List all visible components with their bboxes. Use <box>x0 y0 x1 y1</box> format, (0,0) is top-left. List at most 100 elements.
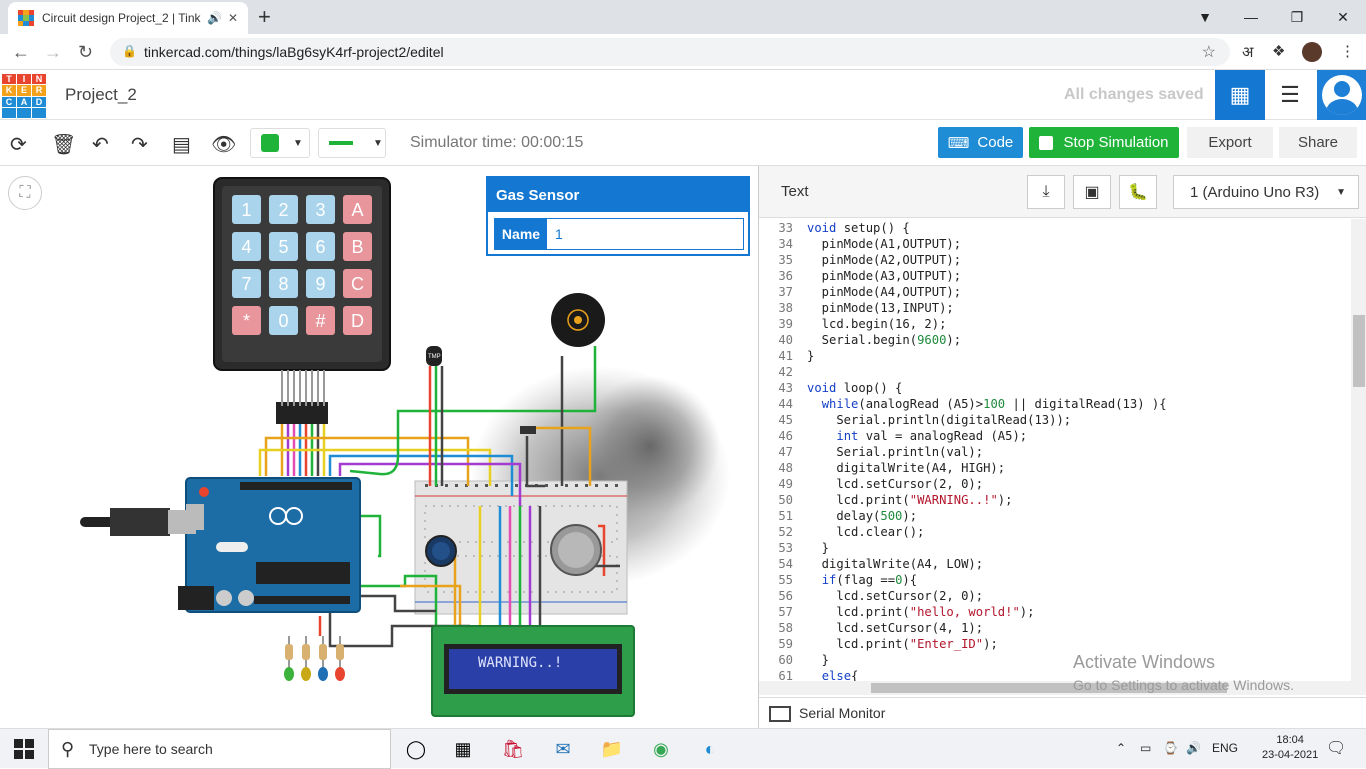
code-line[interactable]: 43 void loop() { <box>759 380 1351 396</box>
code-line[interactable]: 44 while(analogRead (A5)>100 || digitalR… <box>759 396 1351 412</box>
undo-icon[interactable]: ↶ <box>92 132 109 157</box>
code-line[interactable]: 58 lcd.setCursor(4, 1); <box>759 620 1351 636</box>
project-name[interactable]: Project_2 <box>65 85 137 105</box>
user-avatar[interactable] <box>1317 70 1366 120</box>
keypad-key[interactable]: 3 <box>306 195 335 224</box>
temperature-sensor[interactable]: TMP <box>426 346 442 366</box>
profile-avatar[interactable] <box>1302 42 1322 62</box>
keypad-key[interactable]: B <box>343 232 372 261</box>
code-line[interactable]: 52 lcd.clear(); <box>759 524 1351 540</box>
keypad-key[interactable]: 4 <box>232 232 261 261</box>
code-line[interactable]: 56 lcd.setCursor(2, 0); <box>759 588 1351 604</box>
file-explorer-icon[interactable]: 📁 <box>599 737 625 761</box>
notifications-icon[interactable]: 🗨 <box>1326 738 1346 758</box>
potentiometer[interactable] <box>425 535 457 567</box>
serial-monitor-bar[interactable]: Serial Monitor <box>759 697 1366 728</box>
wire-type-picker[interactable]: ▼ <box>318 128 386 158</box>
code-line[interactable]: 59 lcd.print("Enter_ID"); <box>759 636 1351 652</box>
code-line[interactable]: 35 pinMode(A2,OUTPUT); <box>759 252 1351 268</box>
new-tab-icon[interactable]: + <box>258 4 271 30</box>
minimize-icon[interactable]: — <box>1228 9 1274 25</box>
code-line[interactable]: 50 lcd.print("WARNING..!"); <box>759 492 1351 508</box>
delete-icon[interactable]: 🗑 <box>51 132 76 157</box>
mail-icon[interactable]: ✉ <box>550 737 576 761</box>
back-icon[interactable]: ← <box>12 42 30 63</box>
tab-audio-icon[interactable]: 🔊 <box>207 11 222 25</box>
cortana-icon[interactable]: ◯ <box>403 737 429 761</box>
code-line[interactable]: 46 int val = analogRead (A5); <box>759 428 1351 444</box>
browser-tab[interactable]: Circuit design Project_2 | Tinkercad 🔊 ✕ <box>8 2 248 34</box>
keypad-key[interactable]: 9 <box>306 269 335 298</box>
libraries-button[interactable]: ▣ <box>1073 175 1111 209</box>
download-code-button[interactable]: ⤓ <box>1027 175 1065 209</box>
reload-icon[interactable]: ↻ <box>78 42 93 63</box>
code-line[interactable]: 37 pinMode(A4,OUTPUT); <box>759 284 1351 300</box>
keypad-4x4[interactable]: 1 2 3 A 4 5 6 B 7 8 9 C * 0 # D <box>213 177 391 424</box>
notes-icon[interactable]: ▤ <box>172 132 191 157</box>
vertical-scrollbar[interactable] <box>1351 219 1366 695</box>
close-window-icon[interactable]: ✕ <box>1320 9 1366 26</box>
code-line[interactable]: 42 <box>759 364 1351 380</box>
stop-simulation-button[interactable]: Stop Simulation <box>1029 127 1179 158</box>
code-line[interactable]: 54 digitalWrite(A4, LOW); <box>759 556 1351 572</box>
code-line[interactable]: 53 } <box>759 540 1351 556</box>
tray-chevron-icon[interactable]: ⌃ <box>1116 741 1126 755</box>
keypad-key[interactable]: 6 <box>306 232 335 261</box>
language-indicator[interactable]: ENG <box>1212 741 1238 755</box>
horizontal-scrollbar[interactable] <box>759 681 1351 695</box>
code-line[interactable]: 39 lcd.begin(16, 2); <box>759 316 1351 332</box>
tinkercad-logo[interactable]: T I N K E R C A D <box>2 74 46 118</box>
code-line[interactable]: 57 lcd.print("hello, world!"); <box>759 604 1351 620</box>
device-select[interactable]: 1 (Arduino Uno R3) ▼ <box>1173 175 1359 209</box>
lcd-16x2[interactable]: WARNING..! <box>431 625 635 717</box>
store-icon[interactable]: 🛍 <box>500 737 526 761</box>
chrome-icon[interactable]: ◉ <box>648 737 674 761</box>
url-field[interactable]: 🔒 tinkercad.com/things/laBg6syK4rf-proje… <box>110 38 1230 66</box>
name-input[interactable]: 1 <box>547 219 743 249</box>
keypad-key[interactable]: 8 <box>269 269 298 298</box>
code-line[interactable]: 60 } <box>759 652 1351 668</box>
scroll-thumb[interactable] <box>1353 315 1365 387</box>
circuit-canvas[interactable]: ⛶ 1 2 3 A 4 5 6 B 7 8 9 C * 0 # D TMP WA… <box>0 166 758 728</box>
translate-extension-icon[interactable]: अ <box>1242 42 1253 62</box>
code-line[interactable]: 51 delay(500); <box>759 508 1351 524</box>
code-line[interactable]: 33 void setup() { <box>759 220 1351 236</box>
visibility-icon[interactable]: 👁 <box>211 132 236 157</box>
arduino-uno[interactable] <box>178 477 361 613</box>
keypad-key[interactable]: 7 <box>232 269 261 298</box>
edge-icon[interactable]: ◐ <box>697 737 723 761</box>
code-line[interactable]: 40 Serial.begin(9600); <box>759 332 1351 348</box>
wire-color-picker[interactable]: ▼ <box>250 128 310 158</box>
code-line[interactable]: 55 if(flag ==0){ <box>759 572 1351 588</box>
code-line[interactable]: 34 pinMode(A1,OUTPUT); <box>759 236 1351 252</box>
code-text-area[interactable]: 33 void setup() {34 pinMode(A1,OUTPUT); 35… <box>759 219 1351 695</box>
code-line[interactable]: 49 lcd.setCursor(2, 0); <box>759 476 1351 492</box>
keypad-key[interactable]: 5 <box>269 232 298 261</box>
keypad-key[interactable]: D <box>343 306 372 335</box>
code-line[interactable]: 47 Serial.println(val); <box>759 444 1351 460</box>
code-line[interactable]: 41} <box>759 348 1351 364</box>
battery-icon[interactable]: ▭ <box>1140 741 1151 755</box>
slide-switch[interactable] <box>520 426 536 434</box>
volume-icon[interactable]: 🔊 <box>1186 741 1201 755</box>
profile-dropdown-icon[interactable]: ▼ <box>1182 9 1228 25</box>
restore-icon[interactable]: ❐ <box>1274 9 1320 26</box>
component-list-button[interactable]: ☰ <box>1265 70 1315 120</box>
taskbar-search-input[interactable]: ⚲ Type here to search <box>48 729 391 769</box>
rotate-icon[interactable]: ⟳ <box>10 132 27 157</box>
keypad-key[interactable]: C <box>343 269 372 298</box>
keypad-key[interactable]: # <box>306 306 335 335</box>
clock[interactable]: 18:04 23-04-2021 <box>1262 733 1318 763</box>
led-array[interactable] <box>284 636 345 681</box>
share-button[interactable]: Share <box>1279 127 1357 158</box>
debugger-button[interactable]: 🐛 <box>1119 175 1157 209</box>
redo-icon[interactable]: ↷ <box>131 132 148 157</box>
code-line[interactable]: 45 Serial.println(digitalRead(13)); <box>759 412 1351 428</box>
task-view-icon[interactable]: ▦ <box>450 737 476 761</box>
piezo-buzzer[interactable] <box>551 293 605 347</box>
gas-sensor[interactable] <box>550 524 602 576</box>
browser-menu-icon[interactable]: ⋮ <box>1340 42 1355 60</box>
lock-icon[interactable]: 🔒 <box>122 44 137 58</box>
tab-close-icon[interactable]: ✕ <box>228 11 238 25</box>
code-line[interactable]: 36 pinMode(A3,OUTPUT); <box>759 268 1351 284</box>
